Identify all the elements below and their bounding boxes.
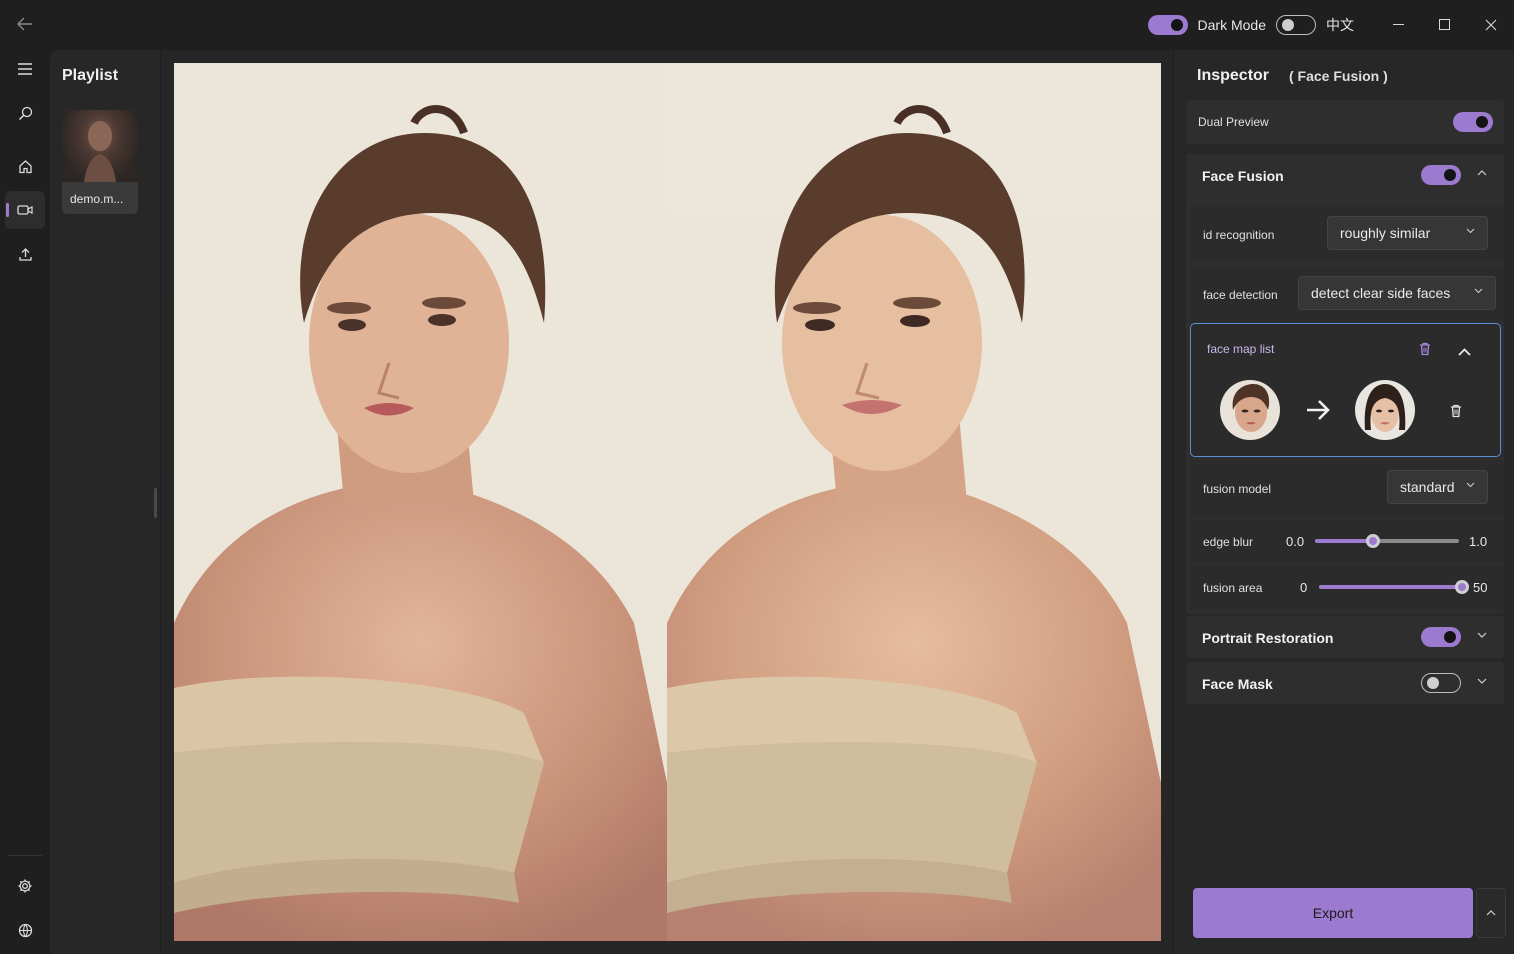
language-label: 中文 — [1326, 17, 1354, 33]
playlist-item-name: demo.m... — [70, 192, 124, 206]
target-face-avatar[interactable] — [1355, 380, 1415, 440]
face-mask-toggle[interactable] — [1421, 673, 1461, 693]
fusion-area-max: 50 — [1473, 580, 1488, 595]
nav-divider — [8, 855, 42, 856]
chevron-down-icon[interactable] — [1477, 675, 1487, 687]
inspector-panel: Inspector ( Face Fusion ) Dual Preview F… — [1174, 50, 1514, 954]
face-map-list-label: face map list — [1207, 342, 1275, 356]
face-fusion-label: Face Fusion — [1202, 168, 1284, 184]
edge-blur-min: 0.0 — [1286, 534, 1305, 549]
edge-blur-label: edge blur — [1203, 535, 1254, 549]
language-toggle[interactable] — [1276, 15, 1316, 35]
title-bar: Dark Mode 中文 — [0, 0, 1514, 50]
portrait-restoration-toggle[interactable] — [1421, 627, 1461, 647]
portrait-restoration-label: Portrait Restoration — [1202, 630, 1334, 646]
fusion-model-row: fusion model standard — [1190, 460, 1504, 516]
fusion-model-value: standard — [1400, 479, 1455, 495]
video-icon[interactable] — [5, 191, 45, 229]
fusion-model-dropdown[interactable]: standard — [1387, 470, 1488, 504]
dual-preview-area — [161, 50, 1173, 954]
id-recognition-row: id recognition roughly similar — [1190, 206, 1504, 262]
fusion-area-slider[interactable] — [1319, 580, 1469, 594]
face-detection-value: detect clear side faces — [1311, 285, 1451, 301]
gear-icon[interactable] — [5, 867, 45, 905]
left-navigation — [0, 50, 50, 954]
face-map-list: face map list — [1190, 323, 1501, 457]
id-recognition-dropdown[interactable]: roughly similar — [1327, 216, 1488, 250]
edge-blur-slider-fill — [1315, 539, 1373, 543]
dual-preview-toggle[interactable] — [1453, 112, 1493, 132]
globe-icon[interactable] — [5, 911, 45, 949]
face-mask-section: Face Mask — [1186, 662, 1504, 704]
chevron-down-icon — [1466, 226, 1475, 237]
export-options-button[interactable] — [1476, 888, 1506, 938]
source-face-avatar[interactable] — [1220, 380, 1280, 440]
trash-icon[interactable] — [1419, 342, 1431, 361]
fusion-result-preview — [667, 63, 1161, 941]
preview-image — [174, 63, 1161, 941]
chevron-up-icon[interactable] — [1458, 343, 1471, 361]
arrow-right-icon — [1305, 399, 1331, 426]
fusion-area-slider-fill — [1319, 585, 1462, 589]
home-icon[interactable] — [5, 147, 45, 185]
dark-mode-label: Dark Mode — [1197, 17, 1266, 33]
playlist-item-thumbnail — [62, 110, 138, 182]
inspector-title: Inspector — [1197, 67, 1270, 84]
close-button[interactable] — [1468, 0, 1514, 50]
dual-preview-label: Dual Preview — [1198, 115, 1269, 129]
portrait-restoration-section: Portrait Restoration — [1186, 616, 1504, 658]
chevron-up-icon[interactable] — [1477, 167, 1487, 179]
export-button[interactable]: Export — [1193, 888, 1473, 938]
face-detection-dropdown[interactable]: detect clear side faces — [1298, 276, 1496, 310]
fusion-area-row: fusion area 0 50 — [1190, 566, 1504, 610]
edge-blur-slider[interactable] — [1315, 534, 1459, 548]
fusion-area-slider-thumb[interactable] — [1455, 580, 1469, 594]
maximize-button[interactable] — [1422, 0, 1468, 50]
face-mask-label: Face Mask — [1202, 676, 1273, 692]
playlist-panel: Playlist demo.m... — [50, 50, 160, 954]
upload-icon[interactable] — [5, 235, 45, 273]
fusion-area-min: 0 — [1300, 580, 1308, 595]
face-fusion-toggle[interactable] — [1421, 165, 1461, 185]
search-icon[interactable] — [5, 94, 45, 132]
playlist-title: Playlist — [62, 67, 119, 84]
trash-icon[interactable] — [1450, 404, 1462, 423]
edge-blur-slider-thumb[interactable] — [1366, 534, 1380, 548]
inspector-subtitle: ( Face Fusion ) — [1289, 68, 1388, 84]
face-detection-row: face detection detect clear side faces — [1190, 266, 1504, 322]
chevron-down-icon[interactable] — [1477, 629, 1487, 641]
id-recognition-label: id recognition — [1203, 228, 1275, 242]
back-arrow-icon[interactable] — [12, 12, 38, 36]
original-preview — [174, 63, 667, 941]
playlist-item[interactable]: demo.m... — [62, 110, 138, 214]
fusion-area-label: fusion area — [1203, 581, 1263, 595]
dual-preview-row: Dual Preview — [1186, 100, 1504, 144]
chevron-down-icon — [1466, 480, 1475, 491]
fusion-model-label: fusion model — [1203, 482, 1272, 496]
minimize-button[interactable] — [1376, 0, 1422, 50]
edge-blur-max: 1.0 — [1469, 534, 1488, 549]
dark-mode-toggle[interactable] — [1147, 15, 1188, 35]
chevron-up-icon — [1486, 910, 1496, 916]
edge-blur-row: edge blur 0.0 1.0 — [1190, 520, 1504, 562]
chevron-down-icon — [1474, 286, 1483, 297]
menu-icon[interactable] — [5, 50, 45, 88]
playlist-resize-handle[interactable] — [154, 488, 157, 518]
id-recognition-value: roughly similar — [1340, 225, 1431, 241]
face-detection-label: face detection — [1203, 288, 1278, 302]
